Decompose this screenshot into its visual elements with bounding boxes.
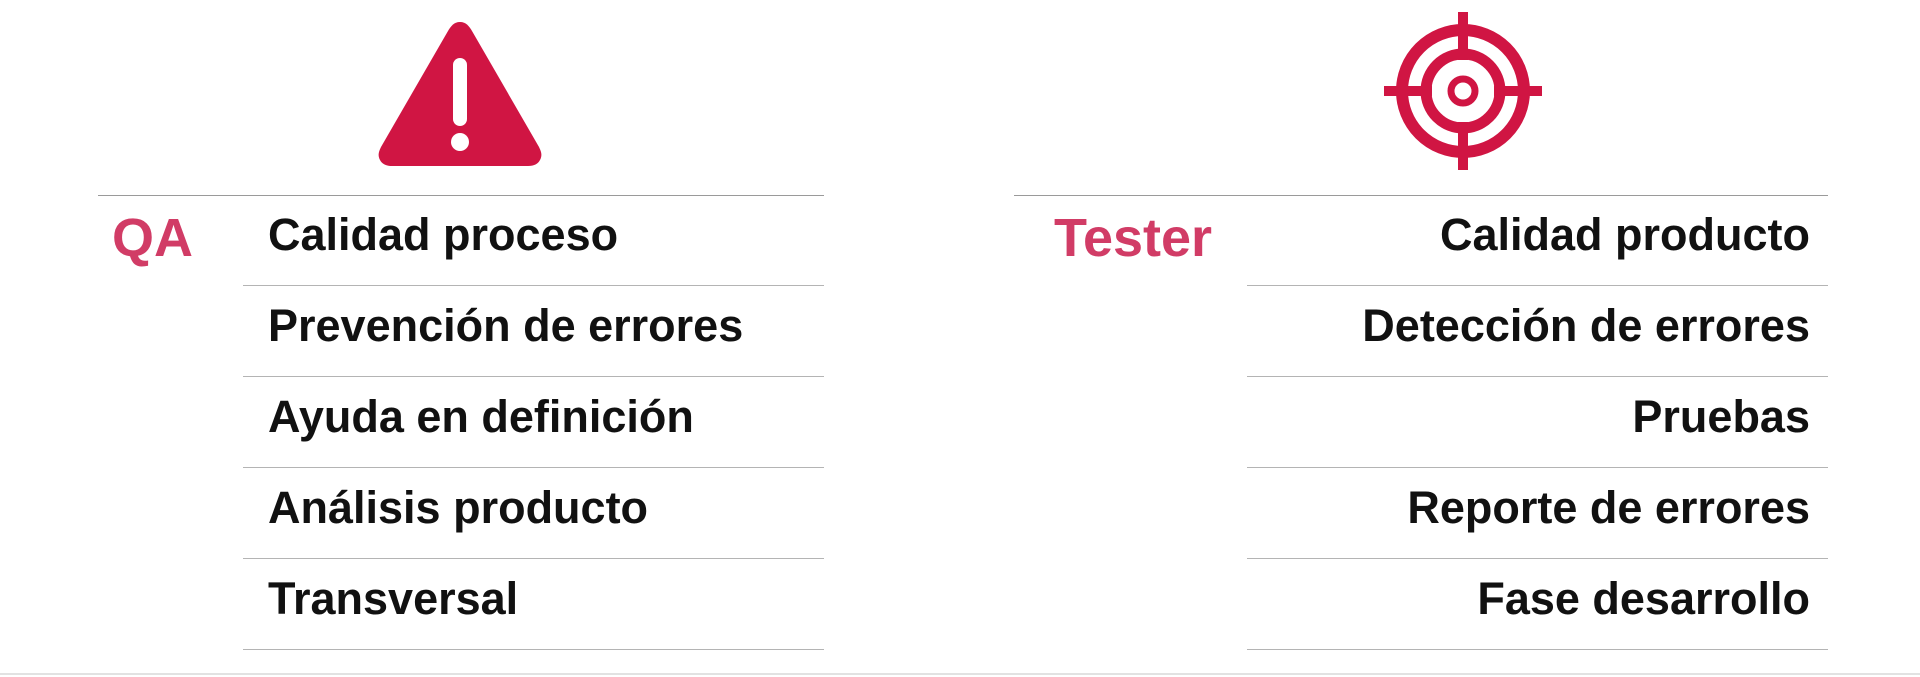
- warning-icon: [375, 18, 545, 170]
- qa-item-prevencion-errores: Prevención de errores: [243, 286, 824, 377]
- target-icon: [1382, 10, 1544, 172]
- qa-item-calidad-proceso: Calidad proceso: [243, 195, 824, 286]
- qa-item-transversal: Transversal: [243, 559, 824, 650]
- qa-item-ayuda-definicion: Ayuda en definición: [243, 377, 824, 468]
- tester-item-fase-desarrollo: Fase desarrollo: [1247, 559, 1828, 650]
- tester-item-reporte-errores: Reporte de errores: [1247, 468, 1828, 559]
- tester-item-deteccion-errores: Detección de errores: [1247, 286, 1828, 377]
- tester-label: Tester: [1054, 208, 1213, 268]
- tester-item-calidad-producto: Calidad producto: [1247, 195, 1828, 286]
- qa-attribute-list: Calidad proceso Prevención de errores Ay…: [243, 195, 824, 650]
- tester-item-pruebas: Pruebas: [1247, 377, 1828, 468]
- qa-label: QA: [112, 208, 193, 268]
- qa-item-analisis-producto: Análisis producto: [243, 468, 824, 559]
- tester-attribute-list: Calidad producto Detección de errores Pr…: [1247, 195, 1828, 650]
- bottom-divider: [0, 673, 1920, 675]
